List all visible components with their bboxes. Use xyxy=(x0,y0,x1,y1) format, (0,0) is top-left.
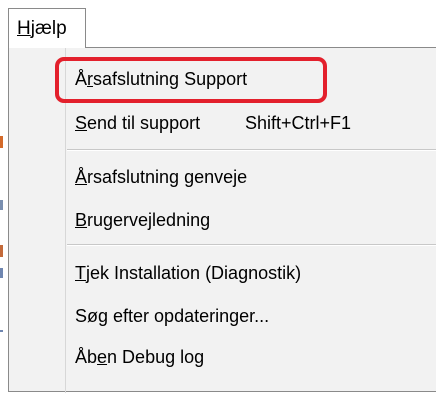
menu-item-label: Søg efter opdateringer... xyxy=(75,306,270,326)
menu-item-open-debug-log[interactable]: Åben Debug log xyxy=(9,338,436,378)
highlight-annotation xyxy=(55,57,327,103)
background-fragment xyxy=(0,330,3,332)
background-fragment xyxy=(0,136,3,148)
menu-item-send-to-support[interactable]: Send til support Shift+Ctrl+F1 xyxy=(9,104,436,144)
menu-item-label: Brugervejledning xyxy=(75,210,211,230)
menu-item-shortcut: Shift+Ctrl+F1 xyxy=(245,113,352,133)
menu-item-label: Send til support xyxy=(75,113,201,133)
menu-item-user-guide[interactable]: Brugervejledning xyxy=(9,201,436,241)
menu-item-year-end-shortcuts[interactable]: Årsafslutning genveje xyxy=(9,158,436,198)
menu-help[interactable]: Hjælp xyxy=(8,8,86,48)
menu-item-label: Tjek Installation (Diagnostik) xyxy=(75,263,302,283)
menu-item-label: Åben Debug log xyxy=(75,347,205,367)
background-fragment xyxy=(0,245,3,257)
menu-item-check-updates[interactable]: Søg efter opdateringer... xyxy=(9,297,436,337)
menu-item-label: Årsafslutning genveje xyxy=(75,167,248,187)
menu-separator xyxy=(67,244,436,246)
background-fragment xyxy=(0,200,3,210)
menu-item-check-installation[interactable]: Tjek Installation (Diagnostik) xyxy=(9,254,436,294)
background-fragment xyxy=(0,268,3,278)
menu-separator xyxy=(67,149,436,151)
menu-help-label: Hjælp xyxy=(17,18,67,39)
background-window-edge xyxy=(0,40,3,380)
